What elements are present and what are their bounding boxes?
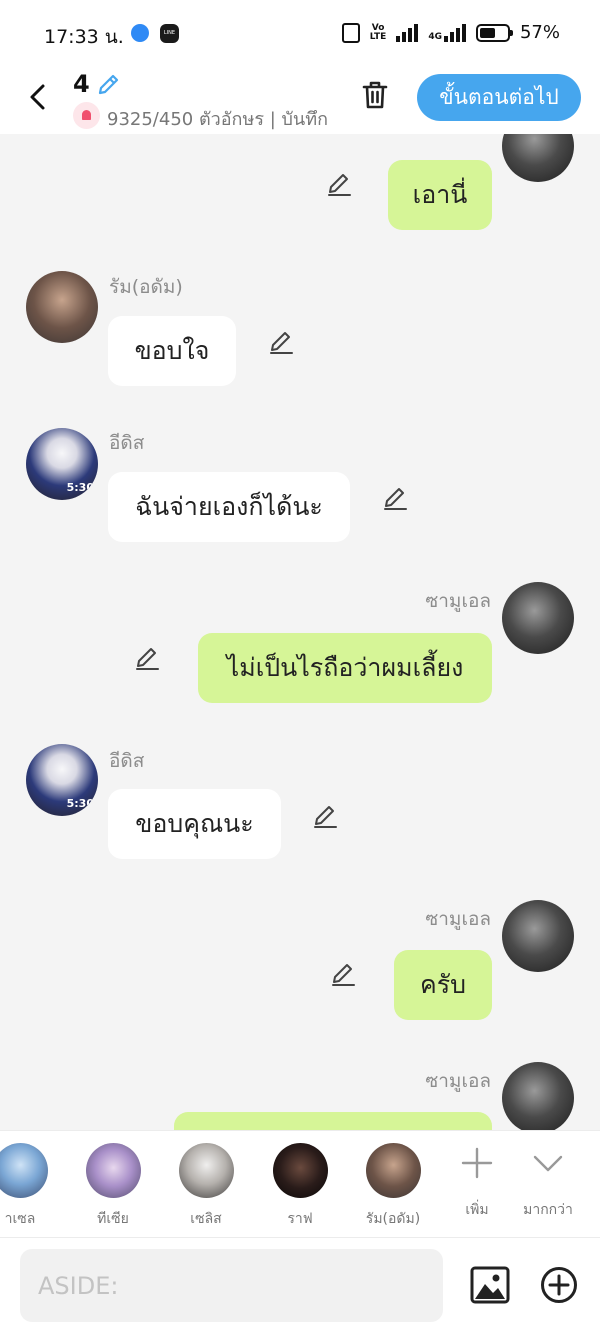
image-icon[interactable] <box>470 1266 510 1304</box>
character-bar: าเซล ทีเซีย เซลิส ราฟ รัม(อดัม) เพิ่ม มา… <box>0 1130 600 1237</box>
edit-message-pencil-icon[interactable] <box>382 484 410 512</box>
vibrate-icon <box>341 22 360 43</box>
edit-message-pencil-icon[interactable] <box>312 802 340 830</box>
status-time: 17:33 น. <box>44 26 124 48</box>
message-bubble[interactable]: ไม่เป็นไรถือว่าผมเลี้ยง <box>198 633 492 703</box>
edit-title-pencil-icon[interactable] <box>95 72 121 98</box>
edit-message-pencil-icon[interactable] <box>326 170 354 198</box>
bell-icon <box>73 102 100 129</box>
character-avatar <box>85 1143 141 1198</box>
avatar[interactable] <box>502 582 574 654</box>
character-item[interactable]: รัม(อดัม) <box>345 1143 441 1230</box>
edit-message-pencil-icon[interactable] <box>268 328 296 356</box>
trash-icon[interactable] <box>358 78 392 112</box>
message-bubble[interactable]: ครับ <box>394 950 492 1020</box>
message-bubble[interactable] <box>174 1112 492 1130</box>
message-bubble[interactable]: เอานี่ <box>388 160 492 230</box>
aside-input[interactable] <box>20 1249 443 1322</box>
status-icons: Vo LTE 4G 57% <box>341 22 560 43</box>
avatar[interactable]: 5:30 <box>26 428 98 500</box>
character-avatar <box>178 1143 234 1198</box>
battery-icon <box>475 23 513 42</box>
chevron-down-icon <box>533 1155 563 1172</box>
character-avatar <box>0 1143 48 1198</box>
edit-message-pencil-icon[interactable] <box>134 644 162 672</box>
character-avatar <box>272 1143 328 1198</box>
chat-area[interactable]: เอานี่ รัม(อดัม) ขอบใจ 5:30 อีดิส ฉันจ่า… <box>0 134 600 1130</box>
add-character-button[interactable]: เพิ่ม <box>442 1145 512 1221</box>
avatar[interactable] <box>502 900 574 972</box>
sender-name: ซามูเอล <box>425 908 491 930</box>
next-step-button[interactable]: ขั้นตอนต่อไป <box>417 74 581 121</box>
sender-name: ซามูเอล <box>425 590 491 612</box>
avatar[interactable] <box>26 271 98 343</box>
messenger-icon <box>131 24 149 42</box>
message-bubble[interactable]: ขอบใจ <box>108 316 236 386</box>
sender-name: อีดิส <box>109 432 145 454</box>
more-characters-button[interactable]: มากกว่า <box>513 1145 583 1221</box>
avatar[interactable] <box>502 134 574 182</box>
avatar[interactable] <box>502 1062 574 1130</box>
input-bar <box>0 1237 600 1333</box>
edit-message-pencil-icon[interactable] <box>330 960 358 988</box>
sender-name: อีดิส <box>109 750 145 772</box>
battery-percent: 57% <box>519 22 560 43</box>
avatar[interactable]: 5:30 <box>26 744 98 816</box>
message-bubble[interactable]: ขอบคุณนะ <box>108 789 281 859</box>
back-arrow-icon[interactable] <box>22 80 56 114</box>
character-item[interactable]: ทีเซีย <box>65 1143 161 1230</box>
message-bubble[interactable]: ฉันจ่ายเองก็ได้นะ <box>108 472 350 542</box>
sender-name: ซามูเอล <box>425 1070 491 1092</box>
plus-icon <box>461 1147 493 1179</box>
character-item[interactable]: าเซล <box>0 1143 68 1230</box>
character-counter: 9325/450 ตัวอักษร | บันทึก <box>107 109 328 130</box>
volte-icon: Vo LTE <box>369 22 387 42</box>
character-item[interactable]: เซลิส <box>158 1143 254 1230</box>
sender-name: รัม(อดัม) <box>109 276 183 298</box>
character-avatar <box>365 1143 421 1198</box>
editor-header: 4 9325/450 ตัวอักษร | บันทึก ขั้นตอนต่อไ… <box>0 66 600 134</box>
signal-icon <box>396 23 419 42</box>
add-circle-icon[interactable] <box>540 1266 578 1304</box>
status-bar: 17:33 น. LINE Vo LTE 4G 57% <box>0 0 600 66</box>
episode-number: 4 <box>73 70 90 98</box>
signal-4g-icon: 4G <box>428 23 466 42</box>
character-item[interactable]: ราฟ <box>252 1143 348 1230</box>
line-icon: LINE <box>160 24 179 43</box>
